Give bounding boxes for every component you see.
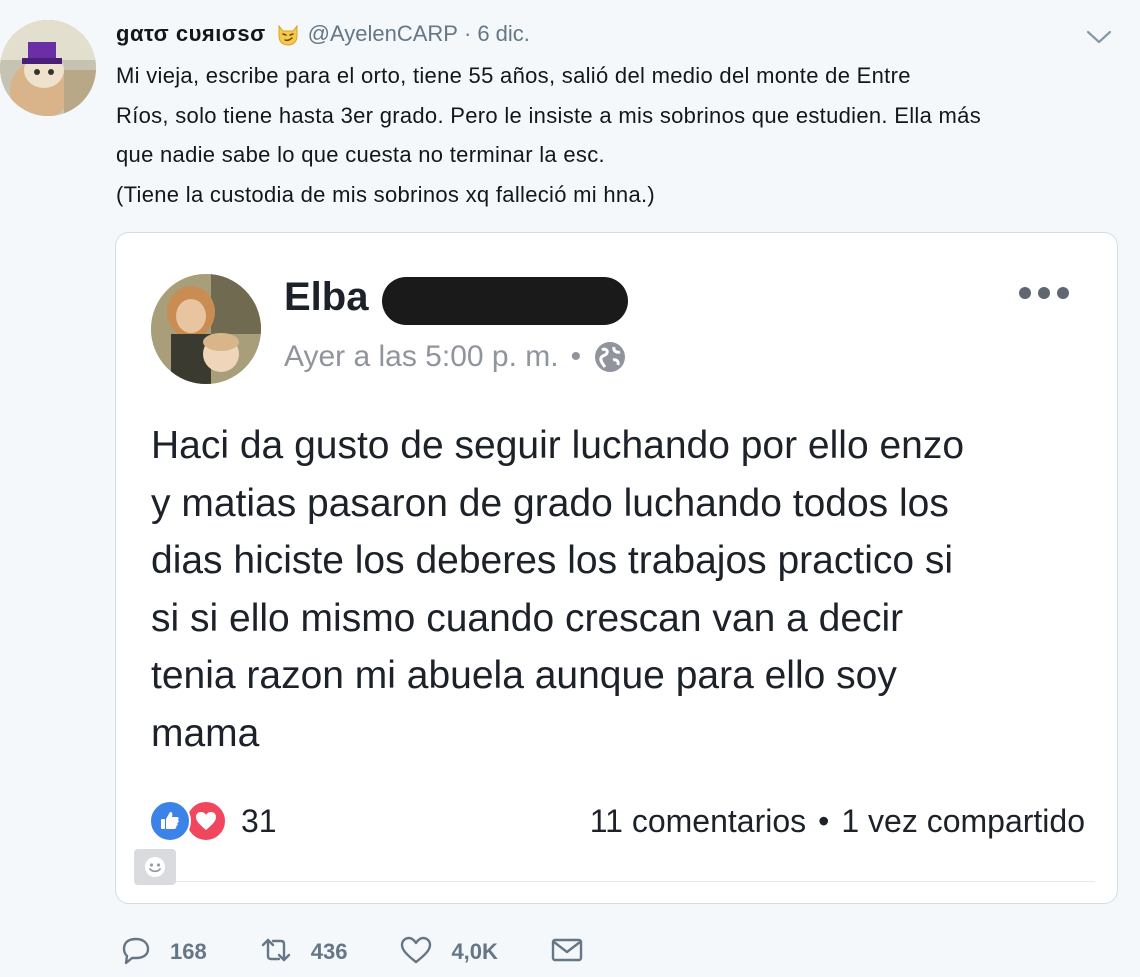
tweet-header: gατσ cυяισsσ @AyelenCARP · 6 dic. (116, 18, 530, 50)
smirking-cat-face-icon (276, 22, 300, 46)
redacted-surname (382, 277, 628, 325)
like-button[interactable]: 4,0K (399, 935, 498, 970)
fb-comments-count: 11 comentarios (589, 802, 807, 839)
heart-icon (399, 935, 433, 970)
attached-photo-facebook-post[interactable]: Elba Ayer a las 5:00 p. m. • Haci da gus… (115, 232, 1118, 904)
fb-body-line: y matias pasaron de grado luchando todos… (151, 481, 949, 525)
reply-icon (118, 935, 152, 970)
fb-body-line: tenia razon mi abuela aunque para ello s… (151, 654, 897, 697)
retweet-icon (259, 935, 293, 970)
stats-separator: • (818, 802, 830, 839)
tweet-text: Mi vieja, escribe para el orto, tiene 55… (116, 56, 1126, 214)
meta-separator: • (570, 340, 582, 373)
fb-author-name: Elba (284, 275, 369, 319)
tweet-text-line: Mi vieja, escribe para el orto, tiene 55… (116, 63, 911, 88)
fb-shares-count: 1 vez compartido (841, 802, 1085, 839)
fb-body-line: dias hiciste los deberes los trabajos pr… (151, 539, 954, 582)
retweet-button[interactable]: 436 (259, 935, 348, 970)
more-options-icon (1019, 285, 1069, 301)
display-name[interactable]: gατσ cυяισsσ (116, 21, 266, 47)
reply-count: 168 (170, 939, 207, 964)
globe-icon (593, 340, 627, 374)
tweet-date[interactable]: 6 dic. (477, 21, 530, 47)
smiley-icon (134, 849, 176, 885)
reaction-count: 31 (241, 802, 277, 839)
like-count: 4,0K (451, 939, 498, 964)
retweet-count: 436 (310, 939, 348, 964)
envelope-icon (550, 935, 584, 970)
fb-post-body: Haci da gusto de seguir luchando por ell… (151, 417, 1101, 762)
fb-body-line: si si ello mismo cuando crescan van a de… (151, 596, 904, 640)
fb-body-line: mama (151, 711, 260, 755)
fb-post-time: Ayer a las 5:00 p. m. (284, 340, 559, 373)
user-avatar[interactable] (0, 20, 96, 116)
fb-post-meta: Ayer a las 5:00 p. m. • (284, 337, 627, 377)
tweet-actions: 168 436 4,0K (118, 932, 636, 972)
fb-post-stats: 11 comentarios • 1 vez compartido (590, 799, 1085, 843)
user-handle[interactable]: @AyelenCARP (308, 21, 458, 47)
like-reaction-icon (149, 800, 191, 842)
fb-body-line: Haci da gusto de seguir luchando por ell… (151, 424, 965, 467)
tweet-text-line: Ríos, solo tiene hasta 3er grado. Pero l… (116, 102, 981, 128)
love-reaction-icon (185, 800, 227, 842)
tweet-text-line: que nadie sabe lo que cuesta no terminar… (116, 142, 605, 167)
tweet-text-line: (Tiene la custodia de mis sobrinos xq fa… (116, 181, 656, 207)
fb-author-avatar (151, 274, 261, 384)
header-separator: · (463, 21, 472, 46)
direct-message-button[interactable] (550, 935, 584, 970)
tweet: gατσ cυяισsσ @AyelenCARP · 6 dic. Mi vie… (0, 0, 1140, 977)
divider (176, 881, 1095, 882)
reply-button[interactable]: 168 (118, 935, 207, 970)
chevron-down-icon[interactable] (1086, 28, 1112, 46)
fb-reactions: 31 (149, 799, 277, 843)
